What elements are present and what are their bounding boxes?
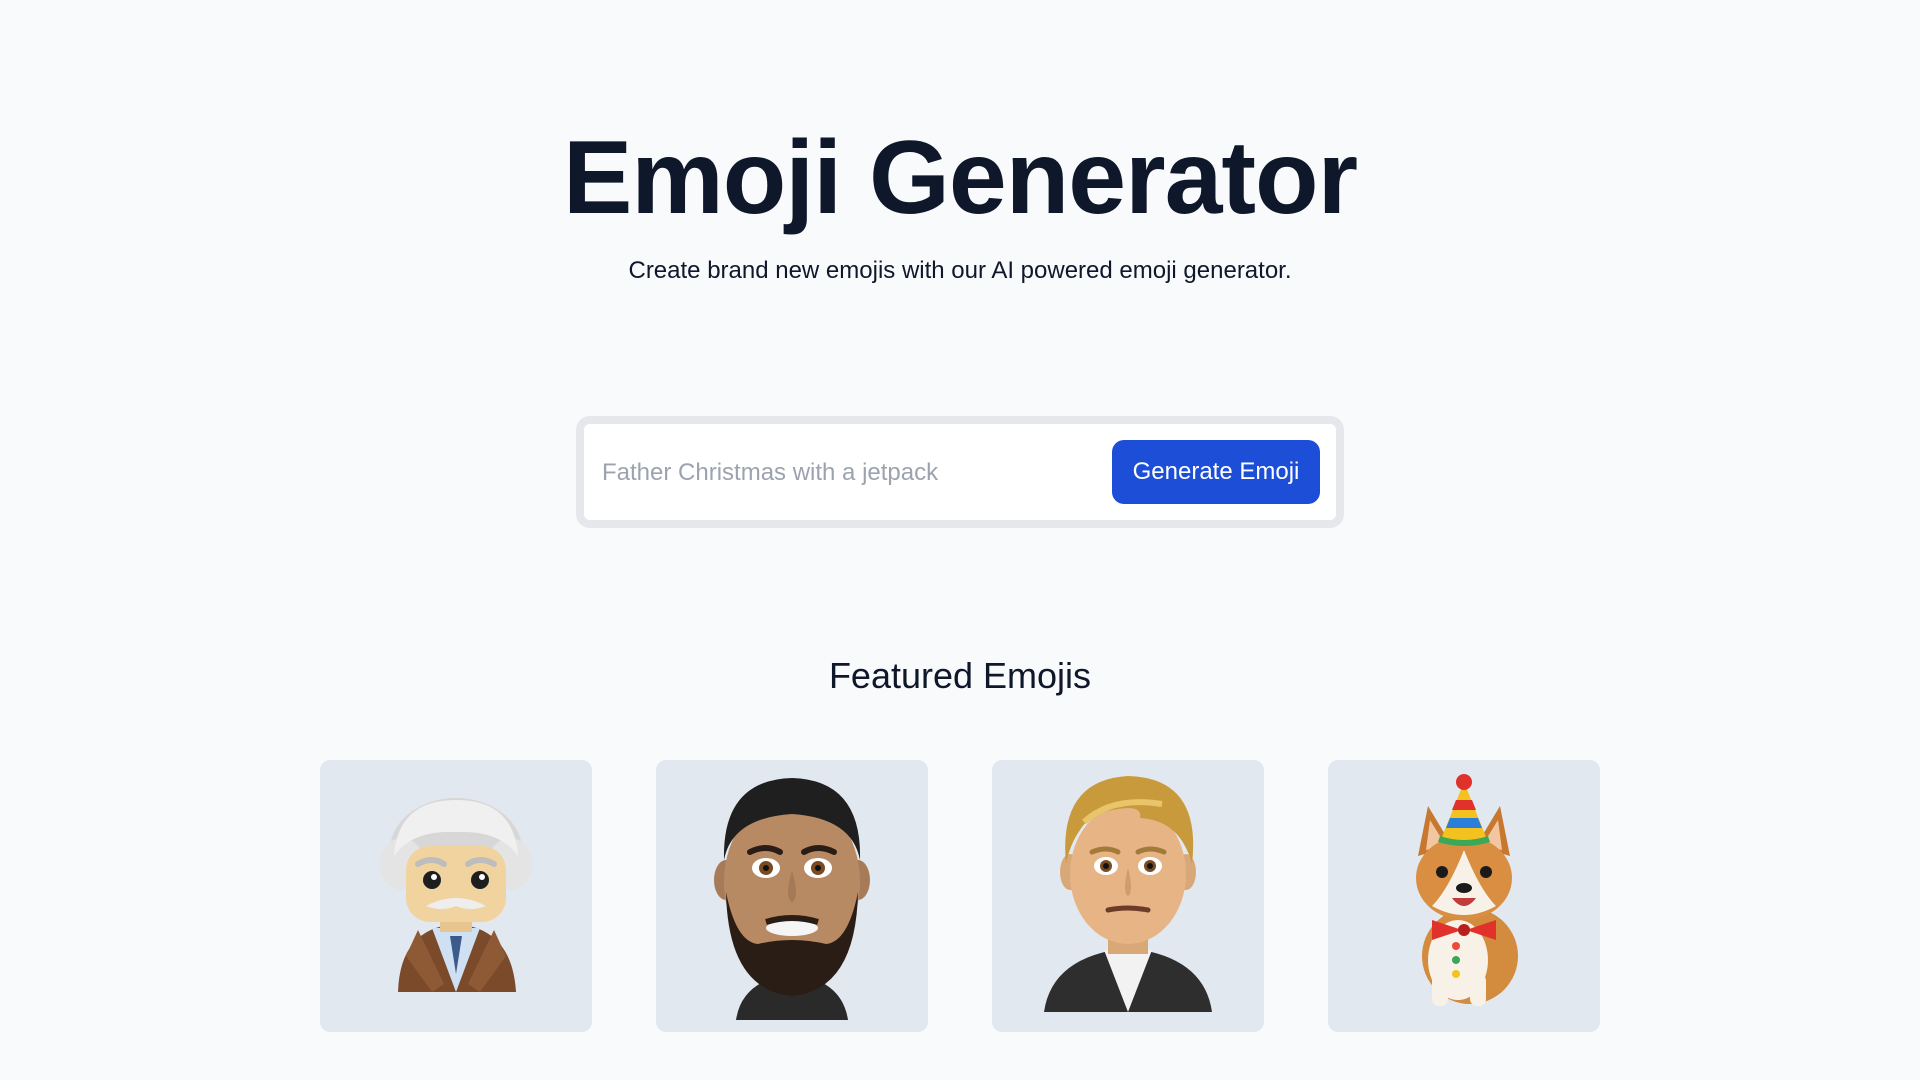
featured-emojis-heading: Featured Emojis <box>828 655 1092 696</box>
blond-man-emoji-icon <box>1044 776 1212 1012</box>
page: Emoji Generator Create brand new emojis … <box>0 0 1920 1080</box>
featured-emoji-grid <box>320 760 1600 1032</box>
prompt-input[interactable] <box>600 440 1084 506</box>
generate-emoji-button[interactable]: Generate Emoji <box>1112 440 1320 504</box>
emoji-card-party-corgi[interactable] <box>1328 760 1600 1032</box>
party-corgi-emoji-icon <box>1416 774 1518 1006</box>
emoji-card-blond-man[interactable] <box>992 760 1264 1032</box>
prompt-form: Generate Emoji <box>576 416 1344 528</box>
bearded-man-emoji-icon <box>714 778 870 1020</box>
page-subtitle: Create brand new emojis with our AI powe… <box>628 257 1292 284</box>
emoji-card-bearded-man[interactable] <box>656 760 928 1032</box>
page-title: Emoji Generator <box>562 120 1358 236</box>
emoji-card-einstein[interactable] <box>320 760 592 1032</box>
einstein-emoji-icon <box>380 798 532 992</box>
